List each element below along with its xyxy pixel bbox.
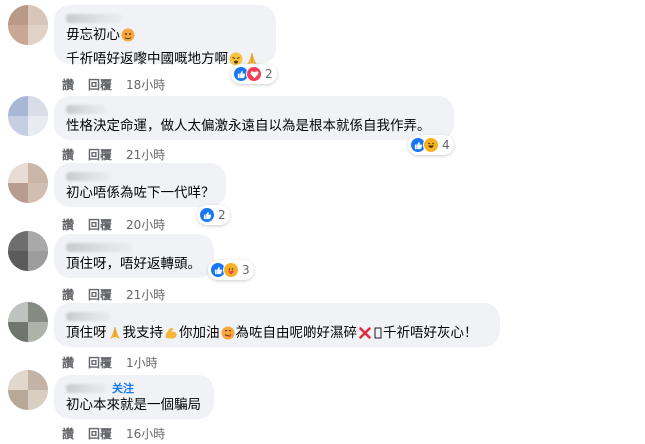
avatar[interactable] bbox=[8, 231, 48, 271]
author-name[interactable] bbox=[66, 104, 106, 114]
comment-actions: 讚 回覆 18小時 bbox=[62, 76, 165, 93]
avatar[interactable] bbox=[8, 370, 48, 410]
comment-bubble: 关注 初心本來就是一個騙局 bbox=[54, 375, 214, 419]
timestamp[interactable]: 21小時 bbox=[126, 146, 165, 163]
like-button[interactable]: 讚 bbox=[62, 354, 74, 371]
timestamp[interactable]: 21小時 bbox=[126, 286, 165, 303]
comment-bubble: 頂住呀，唔好返轉頭。 bbox=[54, 234, 214, 278]
reaction-summary[interactable]: 2 bbox=[197, 205, 230, 225]
like-button[interactable]: 讚 bbox=[62, 146, 74, 163]
reply-button[interactable]: 回覆 bbox=[88, 425, 112, 442]
comment-bubble: 頂住呀 我支持 你加油 為咗自由呢啲好濕碎 千祈唔好灰心！ bbox=[54, 303, 500, 347]
avatar[interactable] bbox=[8, 302, 48, 342]
comment-bubble: 性格決定命運，做人太偏激永遠自以為是根本就係自我作弄。 bbox=[54, 96, 454, 140]
comment-text: 毋忘初心 bbox=[66, 25, 264, 49]
reply-button[interactable]: 回覆 bbox=[88, 146, 112, 163]
comment-text: 初心本來就是一個騙局 bbox=[66, 397, 201, 413]
love-icon bbox=[246, 66, 262, 82]
comment-text: 初心唔係為咗下一代咩？ bbox=[66, 185, 215, 201]
like-button[interactable]: 讚 bbox=[62, 216, 74, 233]
like-button[interactable]: 讚 bbox=[62, 425, 74, 442]
author-name[interactable] bbox=[66, 13, 122, 23]
face-savoring-emoji bbox=[221, 326, 235, 347]
reply-button[interactable]: 回覆 bbox=[88, 286, 112, 303]
author-name[interactable] bbox=[66, 383, 106, 393]
praying-hands-emoji bbox=[108, 326, 122, 347]
author-name[interactable] bbox=[66, 171, 110, 181]
reaction-count: 2 bbox=[218, 208, 226, 222]
comment-bubble: 初心唔係為咗下一代咩？ bbox=[54, 163, 226, 207]
missing-glyph-icon bbox=[374, 326, 382, 347]
comment-actions: 讚 回覆 21小時 bbox=[62, 146, 165, 163]
author-name[interactable] bbox=[66, 242, 132, 252]
comment-actions: 讚 回覆 16小時 bbox=[62, 425, 165, 442]
timestamp[interactable]: 16小時 bbox=[126, 425, 165, 442]
care-icon bbox=[223, 262, 239, 278]
hot-face-emoji bbox=[121, 28, 135, 49]
author-name[interactable] bbox=[66, 311, 110, 321]
reply-button[interactable]: 回覆 bbox=[88, 216, 112, 233]
like-button[interactable]: 讚 bbox=[62, 76, 74, 93]
comment-actions: 讚 回覆 20小時 bbox=[62, 216, 165, 233]
comment-bubble: 毋忘初心 千祈唔好返嚟中國嘅地方啊 bbox=[54, 5, 276, 67]
comment-actions: 讚 回覆 1小時 bbox=[62, 354, 158, 371]
avatar[interactable] bbox=[8, 96, 48, 136]
follow-button[interactable]: 关注 bbox=[112, 380, 134, 396]
like-button[interactable]: 讚 bbox=[62, 286, 74, 303]
comment-actions: 讚 回覆 21小時 bbox=[62, 286, 165, 303]
reply-button[interactable]: 回覆 bbox=[88, 76, 112, 93]
comment-text: 性格決定命運，做人太偏激永遠自以為是根本就係自我作弄。 bbox=[66, 118, 431, 134]
like-icon bbox=[199, 207, 215, 223]
reaction-summary[interactable]: 2 bbox=[231, 64, 277, 84]
timestamp[interactable]: 1小時 bbox=[126, 354, 158, 371]
flexed-biceps-emoji bbox=[164, 326, 178, 347]
reaction-summary[interactable]: 3 bbox=[208, 260, 254, 280]
timestamp[interactable]: 20小時 bbox=[126, 216, 165, 233]
reaction-summary[interactable]: 4 bbox=[408, 135, 454, 155]
reaction-count: 2 bbox=[265, 67, 273, 81]
comment-text: 頂住呀，唔好返轉頭。 bbox=[66, 256, 201, 272]
reaction-count: 4 bbox=[442, 138, 450, 152]
reaction-count: 3 bbox=[242, 263, 250, 277]
avatar[interactable] bbox=[8, 5, 48, 45]
comment-text: 頂住呀 我支持 你加油 為咗自由呢啲好濕碎 千祈唔好灰心！ bbox=[66, 323, 488, 347]
cross-mark-emoji bbox=[358, 326, 372, 347]
timestamp[interactable]: 18小時 bbox=[126, 76, 165, 93]
haha-icon bbox=[423, 137, 439, 153]
reply-button[interactable]: 回覆 bbox=[88, 354, 112, 371]
avatar[interactable] bbox=[8, 163, 48, 203]
